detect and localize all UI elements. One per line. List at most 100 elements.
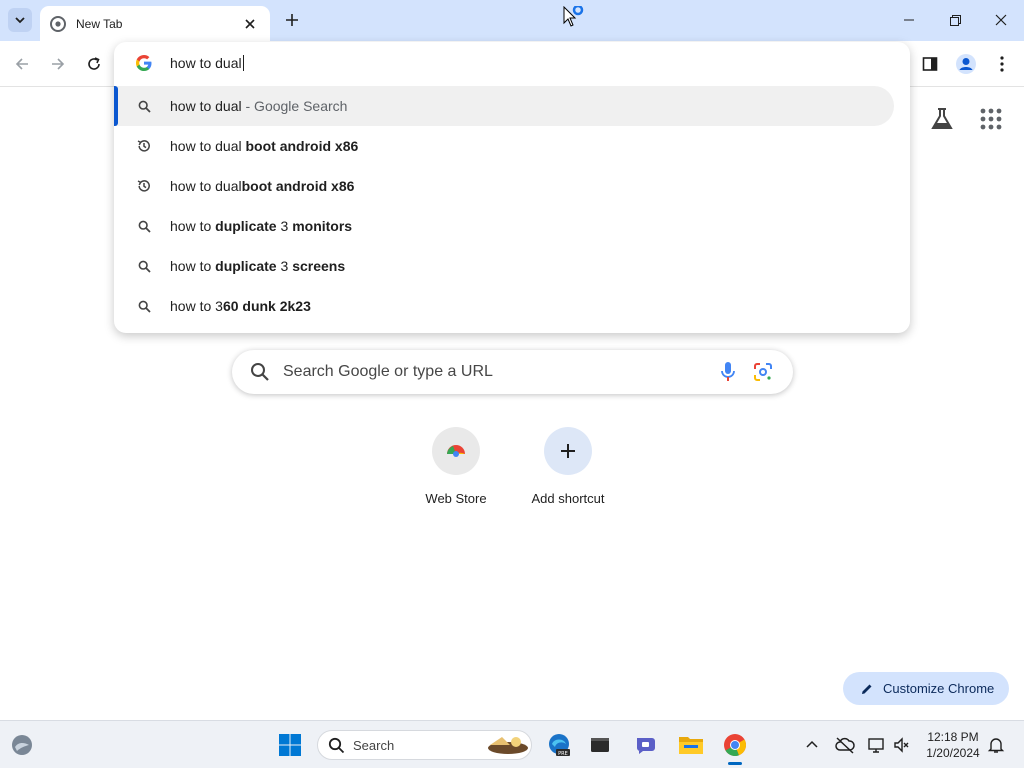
maximize-icon — [949, 14, 961, 26]
suggestion-text: how to duplicate 3 monitors — [170, 218, 353, 234]
suggestion-text: how to 360 dunk 2k23 — [170, 298, 311, 314]
clock-date: 1/20/2024 — [926, 746, 980, 760]
taskbar-search-box[interactable]: Search — [317, 730, 532, 760]
suggestion-item[interactable]: how to 360 dunk 2k23 — [114, 286, 894, 326]
chrome-menu-button[interactable] — [988, 50, 1016, 78]
windows-taskbar: Search PRE 12:18 PM 1/20/2024 — [0, 720, 1024, 768]
tab-new-tab[interactable]: New Tab — [40, 6, 270, 41]
shortcut-add[interactable]: Add shortcut — [512, 427, 624, 517]
new-tab-button[interactable] — [280, 8, 304, 32]
customize-chrome-button[interactable]: Customize Chrome — [843, 672, 1009, 705]
ntp-search-box[interactable]: Search Google or type a URL — [232, 350, 793, 394]
widgets-button[interactable] — [6, 729, 38, 761]
search-icon — [251, 363, 269, 381]
selection-indicator — [114, 86, 118, 126]
shortcut-web-store[interactable]: Web Store — [400, 427, 512, 517]
history-icon — [136, 178, 152, 194]
chevron-down-icon — [15, 17, 25, 24]
forward-arrow-icon — [52, 58, 65, 70]
history-icon — [136, 138, 152, 154]
chrome-icon — [724, 734, 747, 757]
google-apps-button[interactable] — [978, 106, 1004, 132]
profile-avatar-icon — [956, 54, 976, 74]
notifications-button[interactable] — [980, 729, 1012, 761]
restore-button[interactable] — [932, 0, 978, 40]
minimize-button[interactable] — [886, 0, 932, 40]
search-highlight-icon — [488, 737, 528, 754]
customize-chrome-label: Customize Chrome — [883, 681, 995, 696]
microphone-icon[interactable] — [718, 361, 738, 383]
bell-icon — [987, 738, 1005, 753]
suggestion-item[interactable]: how to dual boot android x86 — [114, 126, 894, 166]
more-vert-icon — [1000, 56, 1004, 72]
shortcut-label: Web Store — [425, 491, 487, 506]
start-button[interactable] — [274, 729, 306, 761]
shortcut-label: Add shortcut — [531, 491, 605, 506]
taskbar-app-teams[interactable] — [630, 729, 662, 761]
side-panel-icon — [922, 57, 938, 71]
omnibox-dropdown: how to dual how to dual - Google Search … — [114, 42, 910, 333]
ntp-search-placeholder: Search Google or type a URL — [283, 363, 493, 380]
taskbar-app-terminal[interactable] — [584, 729, 616, 761]
svg-text:PRE: PRE — [558, 751, 568, 757]
close-window-button[interactable] — [978, 0, 1024, 40]
search-icon — [136, 218, 152, 234]
reload-icon — [88, 57, 100, 70]
teams-chat-icon — [637, 738, 655, 754]
close-icon — [995, 14, 1007, 26]
taskbar-clock[interactable]: 12:18 PM 1/20/2024 — [918, 729, 988, 761]
google-lens-icon[interactable] — [753, 362, 773, 382]
google-g-icon — [136, 55, 152, 71]
volume-button[interactable] — [886, 729, 918, 761]
onedrive-button[interactable] — [829, 729, 861, 761]
taskbar-app-edge-preview[interactable]: PRE — [543, 729, 575, 761]
terminal-icon — [591, 738, 609, 752]
active-app-indicator — [728, 762, 742, 765]
close-icon — [245, 18, 255, 29]
omnibox-input[interactable]: how to dual — [114, 42, 910, 84]
suggestion-text: how to dual - Google Search — [170, 98, 348, 114]
back-button[interactable] — [8, 50, 36, 78]
suggestion-item[interactable]: how to dualboot android x86 — [114, 166, 894, 206]
windows-logo-icon — [279, 734, 301, 756]
network-icon — [868, 738, 884, 753]
taskbar-search-label: Search — [353, 738, 395, 753]
edge-dev-icon: PRE — [549, 734, 570, 757]
tab-title: New Tab — [76, 16, 123, 31]
pencil-icon — [862, 684, 872, 694]
search-icon — [136, 258, 152, 274]
chevron-up-icon — [806, 740, 818, 748]
side-panel-button[interactable] — [916, 50, 944, 78]
labs-button[interactable] — [929, 106, 955, 132]
taskbar-app-chrome[interactable] — [719, 729, 751, 761]
plus-icon — [544, 427, 592, 475]
tab-search-button[interactable] — [8, 8, 32, 32]
tab-close-button[interactable] — [240, 14, 260, 34]
text-caret — [242, 55, 244, 71]
reload-button[interactable] — [80, 50, 108, 78]
mouse-cursor-busy-icon — [563, 4, 587, 35]
apps-grid-icon — [980, 108, 1002, 130]
suggestion-text: how to dualboot android x86 — [170, 178, 355, 194]
suggestion-item[interactable]: how to dual - Google Search — [114, 86, 894, 126]
back-arrow-icon — [15, 58, 28, 70]
profile-button[interactable] — [952, 50, 980, 78]
weather-widget-icon — [12, 735, 32, 755]
suggestion-text: how to dual boot android x86 — [170, 138, 359, 154]
forward-button[interactable] — [44, 50, 72, 78]
omnibox-input-text[interactable]: how to dual — [170, 55, 242, 71]
folder-icon — [679, 737, 703, 754]
suggestion-text: how to duplicate 3 screens — [170, 258, 346, 274]
flask-icon — [931, 108, 953, 129]
taskbar-app-file-explorer[interactable] — [675, 729, 707, 761]
show-hidden-icons-button[interactable] — [796, 729, 828, 761]
speaker-muted-icon — [894, 737, 909, 753]
chrome-icon — [50, 15, 66, 32]
clock-time: 12:18 PM — [927, 730, 979, 744]
search-icon — [328, 737, 345, 754]
search-icon — [136, 98, 152, 114]
chrome-web-store-icon — [432, 427, 480, 475]
plus-icon — [286, 14, 298, 26]
suggestion-item[interactable]: how to duplicate 3 monitors — [114, 206, 894, 246]
suggestion-item[interactable]: how to duplicate 3 screens — [114, 246, 894, 286]
